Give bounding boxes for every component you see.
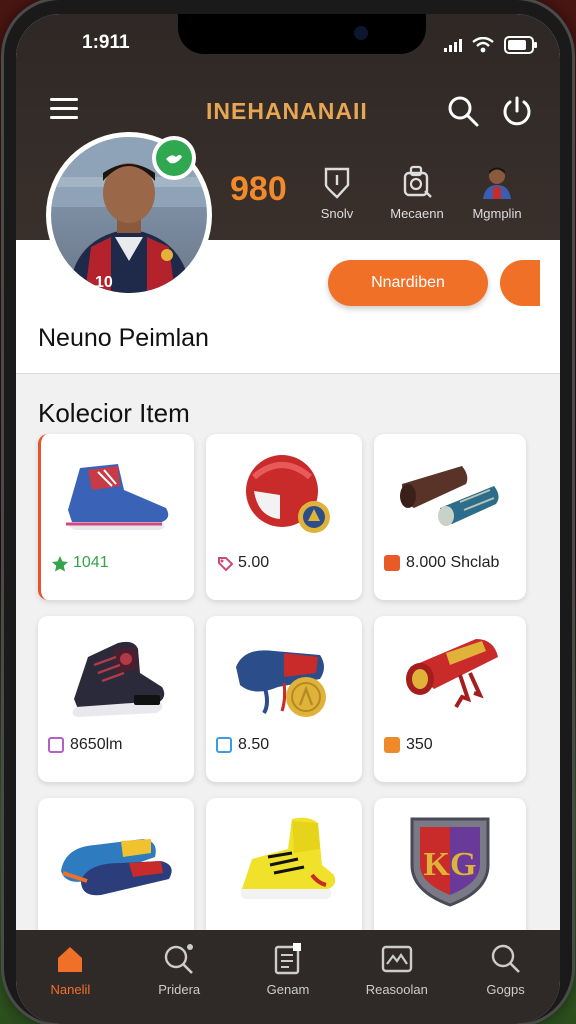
svg-text:10: 10 <box>95 274 113 291</box>
nav-item-gogps[interactable]: Gogps <box>456 942 556 997</box>
nav-item-pridera[interactable]: Pridera <box>129 942 229 997</box>
secondary-action-button[interactable] <box>500 260 540 306</box>
price-value: 8.000 Shclab <box>406 554 500 571</box>
helmet-icon <box>206 446 362 544</box>
ticket-icon <box>384 555 400 571</box>
star-icon <box>51 555 68 572</box>
search-icon <box>163 942 195 976</box>
picture-icon <box>381 942 413 976</box>
item-price: 8650lm <box>48 736 122 754</box>
item-card[interactable]: 8.50 <box>206 616 362 782</box>
nav-item-genam[interactable]: Genam <box>238 942 338 997</box>
sneaker-icon <box>41 446 194 544</box>
item-price: 1041 <box>51 554 109 572</box>
nav-item-home[interactable]: Nanelil <box>20 942 120 997</box>
shield-badge-icon: KG <box>374 810 526 908</box>
coin-icon <box>384 737 400 753</box>
verified-badge-icon <box>152 136 196 180</box>
score-value: 980 <box>230 170 287 208</box>
item-card[interactable]: 8650lm <box>38 616 194 782</box>
notes-icon <box>273 942 303 976</box>
player-icon <box>452 164 542 200</box>
status-icons <box>444 36 538 54</box>
stat-snolv[interactable]: Snolv <box>292 164 382 221</box>
nav-item-reasoolan[interactable]: Reasoolan <box>347 942 447 997</box>
gloves-icon <box>206 628 362 726</box>
item-price: 350 <box>384 736 433 754</box>
nav-label: Reasoolan <box>365 982 428 997</box>
nav-label: Genam <box>266 982 310 997</box>
sneaker-high-icon <box>206 810 362 908</box>
notch <box>178 14 426 54</box>
stat-label: Snolv <box>320 206 354 221</box>
primary-action-button[interactable]: Nnardiben <box>328 260 488 306</box>
tag-icon <box>48 737 64 753</box>
search-icon[interactable] <box>446 94 480 133</box>
profile-name: Neuno Peimlan <box>38 324 209 352</box>
search-icon <box>490 942 522 976</box>
price-value: 8.50 <box>238 736 270 753</box>
shield-icon <box>292 164 382 200</box>
menu-icon[interactable] <box>50 98 78 125</box>
app-screen: 1:911 INEHANANAII 10 980 Snolv Mecaenn M… <box>16 14 560 1024</box>
tag-icon <box>216 555 234 572</box>
battery-icon <box>504 36 538 54</box>
item-price: 8.000 Shclab <box>384 554 499 572</box>
app-title: INEHANANAII <box>206 98 368 124</box>
home-icon <box>55 942 85 976</box>
shin-guards-icon <box>374 446 526 544</box>
item-card[interactable]: 350 <box>374 616 526 782</box>
price-value: 8650lm <box>70 736 123 753</box>
phone-frame: 1:911 INEHANANAII 10 980 Snolv Mecaenn M… <box>4 0 572 1024</box>
bottom-navigation: Nanelil Pridera Genam Reasoolan Gogps <box>16 930 560 1024</box>
shoes-icon <box>38 810 194 908</box>
item-card[interactable]: 5.00 <box>206 434 362 600</box>
collection-grid: 1041 5.00 8.000 Shclab 8650lm 8.50 350 K… <box>38 434 538 964</box>
item-price: 5.00 <box>216 554 269 572</box>
bag-icon <box>372 164 462 200</box>
tag-icon <box>216 737 232 753</box>
nav-label: Pridera <box>158 982 201 997</box>
shield-text: KG <box>424 846 477 883</box>
signal-icon <box>444 38 462 52</box>
item-price: 8.50 <box>216 736 269 754</box>
camera-icon <box>354 26 368 40</box>
power-icon[interactable] <box>500 94 534 133</box>
stat-label: Mgmplin <box>472 206 522 221</box>
status-time: 1:911 <box>82 32 130 53</box>
section-title: Kolecior Item <box>38 398 190 428</box>
scroll-icon <box>374 628 526 726</box>
item-card[interactable]: 1041 <box>38 434 194 600</box>
stat-mecaenn[interactable]: Mecaenn <box>372 164 462 221</box>
wifi-icon <box>472 37 494 53</box>
stat-label: Mecaenn <box>390 206 444 221</box>
price-value: 350 <box>406 736 433 753</box>
nav-label: Gogps <box>486 982 525 997</box>
price-value: 5.00 <box>238 554 270 571</box>
stat-mgmplin[interactable]: Mgmplin <box>452 164 542 221</box>
nav-label: Nanelil <box>50 982 91 997</box>
price-value: 1041 <box>73 554 109 571</box>
item-card[interactable]: 8.000 Shclab <box>374 434 526 600</box>
boot-icon <box>38 628 194 726</box>
